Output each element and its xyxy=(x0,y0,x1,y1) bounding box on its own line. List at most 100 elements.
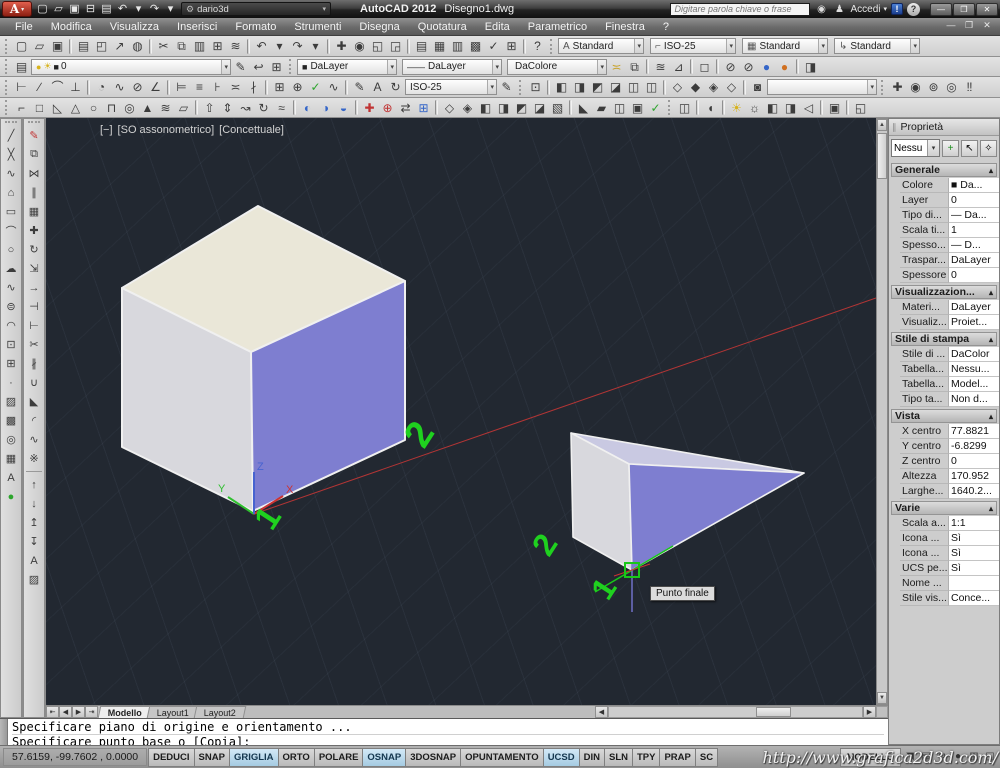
ellipse-arc-icon[interactable]: ◠ xyxy=(2,316,21,335)
prop-tipo-tabella[interactable]: Tipo ta... Non d... xyxy=(900,392,999,407)
gradient-icon[interactable]: ▩ xyxy=(2,411,21,430)
prop-ucs-per-finestra[interactable]: UCS pe... Sì xyxy=(900,561,999,576)
hatch-to-back-icon[interactable]: ▨ xyxy=(25,570,44,589)
restore-button[interactable]: ❐ xyxy=(953,3,975,16)
chevron-down-icon[interactable]: ▾ xyxy=(487,80,496,94)
qat-redo-arrow-icon[interactable]: ▾ xyxy=(163,2,178,17)
polygon-icon[interactable]: ⌂ xyxy=(2,183,21,202)
arc-length-icon[interactable]: ⌒ xyxy=(49,79,66,96)
camera-icon[interactable]: ◙ xyxy=(749,79,766,96)
annotation-scale-icon[interactable]: ≊ xyxy=(652,58,669,75)
tab-modello[interactable]: Modello xyxy=(98,706,153,718)
extrude-icon[interactable]: ⇧ xyxy=(201,99,218,116)
angular-icon[interactable]: ∠ xyxy=(147,79,164,96)
toolbar-grip[interactable] xyxy=(5,59,9,74)
toggle-osnap[interactable]: OSNAP xyxy=(362,748,406,767)
property-value[interactable]: Proiet... xyxy=(949,315,999,330)
table-style-combo[interactable]: ▦ Standard ▾ xyxy=(742,38,828,54)
offset-icon[interactable]: ∥ xyxy=(25,183,44,202)
blend-curves-icon[interactable]: ∿ xyxy=(25,430,44,449)
break-at-point-icon[interactable]: ✂ xyxy=(25,335,44,354)
extrude-faces-icon[interactable]: ◩ xyxy=(513,99,530,116)
hatch-icon[interactable]: ▨ xyxy=(2,392,21,411)
linetype-combo[interactable]: —— DaLayer ▾ xyxy=(402,59,502,75)
doc-minimize-button[interactable]: — xyxy=(944,20,958,31)
prop-layer[interactable]: Layer 0 xyxy=(900,193,999,208)
redo-icon[interactable]: ↷ xyxy=(289,38,306,55)
tab-first-button[interactable]: ⇤ xyxy=(46,706,59,718)
toggle-polare[interactable]: POLARE xyxy=(314,748,364,767)
layer-combo[interactable]: ● ☀ ■ 0 ▾ xyxy=(31,59,231,75)
close-button[interactable]: ✕ xyxy=(976,3,998,16)
point-icon[interactable]: · xyxy=(2,373,21,392)
sw-isometric-icon[interactable]: ◇ xyxy=(669,79,686,96)
chevron-down-icon[interactable]: ▾ xyxy=(492,60,501,74)
property-value[interactable]: Conce... xyxy=(949,591,999,606)
prop-stile-di-stampa[interactable]: Stile di ... DaColor xyxy=(900,347,999,362)
copy-faces-icon[interactable]: ◨ xyxy=(495,99,512,116)
quickcalc-icon[interactable]: ⊞ xyxy=(503,38,520,55)
section-varie[interactable]: Varie ▴ xyxy=(891,501,997,515)
scale-icon[interactable]: ⇲ xyxy=(25,259,44,278)
fillet-icon[interactable]: ◜ xyxy=(25,411,44,430)
redo-arrow-icon[interactable]: ▾ xyxy=(307,38,324,55)
exchange-icon[interactable]: ! xyxy=(891,3,903,15)
materials-browser-icon[interactable]: ◧ xyxy=(764,99,781,116)
property-value[interactable]: 0 xyxy=(949,193,999,208)
dimension-break-icon[interactable]: ∤ xyxy=(245,79,262,96)
prop-tabella-associata[interactable]: Tabella... Model... xyxy=(900,377,999,392)
bottom-view-icon[interactable]: ◨ xyxy=(571,79,588,96)
explode-icon[interactable]: ※ xyxy=(25,449,44,468)
3d-align-icon[interactable]: ⇄ xyxy=(397,99,414,116)
toggle-sc[interactable]: SC xyxy=(695,748,718,767)
scroll-up-button[interactable]: ▲ xyxy=(877,119,887,131)
box-icon[interactable]: □ xyxy=(31,99,48,116)
property-value[interactable]: Non d... xyxy=(949,392,999,407)
continue-dimension-icon[interactable]: ⊦ xyxy=(209,79,226,96)
left-view-icon[interactable]: ◩ xyxy=(589,79,606,96)
menu-finestra[interactable]: Finestra xyxy=(596,20,654,34)
extend-icon[interactable]: ⊢ xyxy=(25,316,44,335)
tab-last-button[interactable]: ⇥ xyxy=(85,706,98,718)
prop-spessore[interactable]: Spessore 0 xyxy=(900,268,999,283)
named-views-icon[interactable]: ⊡ xyxy=(527,79,544,96)
prop-larghezza[interactable]: Larghe... 1640.2... xyxy=(900,484,999,499)
free-orbit-icon[interactable]: ◎ xyxy=(943,79,960,96)
visual-styles-icon[interactable]: ◖ xyxy=(702,99,719,116)
se-isometric-icon[interactable]: ◆ xyxy=(687,79,704,96)
hide-icon[interactable]: ◫ xyxy=(676,99,693,116)
collapse-arrow-icon[interactable]: ▴ xyxy=(989,166,993,175)
viewport-view-control[interactable]: [SO assonometrico] xyxy=(118,124,215,136)
prop-scala-tipo-linea[interactable]: Scala ti... 1 xyxy=(900,223,999,238)
diameter-icon[interactable]: ⊘ xyxy=(129,79,146,96)
3d-move-icon[interactable]: ✚ xyxy=(361,99,378,116)
rectangle-icon[interactable]: ▭ xyxy=(2,202,21,221)
layer-properties-manager-icon[interactable]: ▤ xyxy=(13,58,30,75)
ordinate-icon[interactable]: ⊥ xyxy=(67,79,84,96)
toggle-snap[interactable]: SNAP xyxy=(194,748,230,767)
color-faces-icon[interactable]: ◧ xyxy=(477,99,494,116)
revision-cloud-icon[interactable]: ☁ xyxy=(2,259,21,278)
construction-line-icon[interactable]: ╳ xyxy=(2,145,21,164)
property-value[interactable]: — D... xyxy=(949,238,999,253)
command-line-window[interactable]: Specificare piano di origine e orientame… xyxy=(0,718,888,745)
property-value[interactable]: DaLayer xyxy=(949,253,999,268)
property-value[interactable]: 0 xyxy=(949,454,999,469)
chevron-down-icon[interactable]: ▾ xyxy=(387,60,396,74)
menu-disegna[interactable]: Disegna xyxy=(350,20,408,34)
tray-performance-icon[interactable]: ▥ xyxy=(967,750,981,764)
toolbar-grip[interactable] xyxy=(668,100,672,115)
copy-icon[interactable]: ⧉ xyxy=(173,38,190,55)
move-icon[interactable]: ✚ xyxy=(25,221,44,240)
toolbar-grip[interactable] xyxy=(519,80,523,95)
viewport-visualstyle-control[interactable]: [Concettuale] xyxy=(219,124,284,136)
jogged-icon[interactable]: ∿ xyxy=(111,79,128,96)
chevron-down-icon[interactable]: ▾ xyxy=(221,60,230,74)
lights-icon[interactable]: ☀ xyxy=(728,99,745,116)
front-view-icon[interactable]: ◫ xyxy=(625,79,642,96)
property-value[interactable]: 1640.2... xyxy=(949,484,999,499)
plot-preview-icon[interactable]: ◰ xyxy=(93,38,110,55)
property-value[interactable]: Sì xyxy=(949,531,999,546)
save-icon[interactable]: ▣ xyxy=(49,38,66,55)
chevron-down-icon[interactable]: ▾ xyxy=(597,60,606,74)
